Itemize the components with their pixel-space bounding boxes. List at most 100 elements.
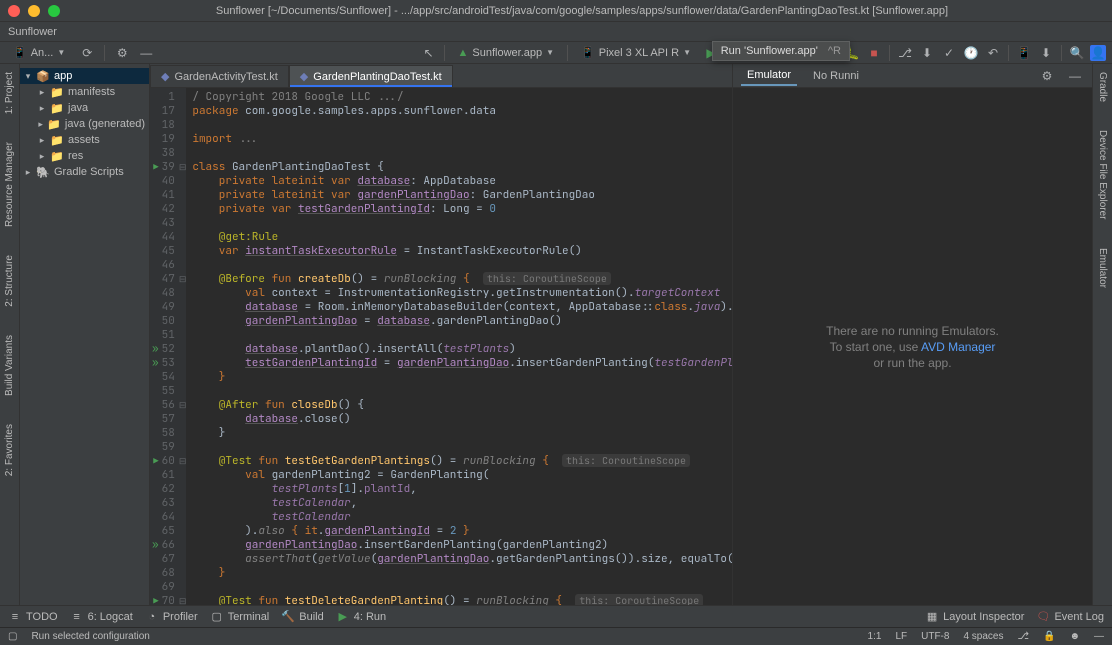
memory-indicator[interactable]: — xyxy=(1094,631,1104,642)
compass-icon[interactable]: ↖ xyxy=(420,44,438,62)
maximize-window-button[interactable] xyxy=(48,5,60,17)
balloon-icon: 🗨 xyxy=(1036,610,1050,624)
run-icon: ▶ xyxy=(336,610,350,624)
structure-tab[interactable]: 2: Structure xyxy=(4,251,15,311)
code-editor[interactable]: / Copyright 2018 Google LLC .../package … xyxy=(186,88,732,605)
chevron-right-icon: ▸ xyxy=(38,135,46,146)
chevron-right-icon: ▸ xyxy=(24,167,32,178)
run-tab[interactable]: ▶4: Run xyxy=(336,610,386,624)
kotlin-icon: ◆ xyxy=(300,70,308,83)
android-icon: ▲ xyxy=(458,47,469,59)
terminal-icon: ▢ xyxy=(210,610,224,624)
phone-icon: 📱 xyxy=(581,46,595,59)
git-branch-icon[interactable]: ⎇ xyxy=(1017,631,1029,642)
history-icon[interactable]: 🕐 xyxy=(962,44,980,62)
device-selector[interactable]: 📱 Pixel 3 XL API R ▼ xyxy=(574,43,698,63)
hide-icon[interactable]: — xyxy=(1066,67,1084,85)
chevron-down-icon: ▼ xyxy=(546,48,554,57)
tab-gardenactivitytest[interactable]: ◆ GardenActivityTest.kt xyxy=(150,65,289,87)
folder-icon: 📁 xyxy=(50,133,64,147)
readonly-icon[interactable]: 🔒 xyxy=(1043,631,1055,642)
line-gutter[interactable]: 117181938▶39404142434445464748495051»52»… xyxy=(150,88,179,605)
tab-gardenplantingdaotest[interactable]: ◆ GardenPlantingDaoTest.kt xyxy=(289,65,453,87)
breadcrumb-root[interactable]: Sunflower xyxy=(8,26,57,38)
run-tooltip: Run 'Sunflower.app' ^R xyxy=(712,41,850,61)
project-tool-tab[interactable]: 1: Project xyxy=(4,68,15,118)
collapse-icon[interactable]: — xyxy=(137,44,155,62)
todo-icon: ≡ xyxy=(8,610,22,624)
chevron-right-icon: ▸ xyxy=(38,151,46,162)
titlebar: Sunflower [~/Documents/Sunflower] - .../… xyxy=(0,0,1112,22)
device-explorer-tab[interactable]: Device File Explorer xyxy=(1097,126,1108,223)
left-tool-strip: 1: Project Resource Manager 2: Structure… xyxy=(0,64,20,605)
account-icon[interactable]: 👤 xyxy=(1090,45,1106,61)
logcat-tab[interactable]: ≡6: Logcat xyxy=(70,610,133,624)
window-controls xyxy=(8,5,60,17)
run-button[interactable]: ▶ Run 'Sunflower.app' ^R xyxy=(702,44,720,62)
avd-manager-icon[interactable]: 📱 xyxy=(1015,44,1033,62)
encoding[interactable]: UTF-8 xyxy=(921,631,949,642)
folder-icon: 📁 xyxy=(50,149,64,163)
close-window-button[interactable] xyxy=(8,5,20,17)
status-icon[interactable]: ▢ xyxy=(8,631,17,642)
sdk-manager-icon[interactable]: ⬇ xyxy=(1037,44,1055,62)
chevron-right-icon: ▸ xyxy=(38,103,46,114)
avd-manager-link[interactable]: AVD Manager xyxy=(921,340,995,354)
editor-tabs: ◆ GardenActivityTest.kt ◆ GardenPlanting… xyxy=(150,64,732,88)
terminal-tab[interactable]: ▢Terminal xyxy=(210,610,270,624)
tree-node-java-gen[interactable]: ▸ 📁 java (generated) xyxy=(20,116,149,132)
chevron-down-icon: ▼ xyxy=(683,48,691,57)
build-tab[interactable]: 🔨Build xyxy=(281,610,323,624)
commit-icon[interactable]: ✓ xyxy=(940,44,958,62)
chevron-right-icon: ▸ xyxy=(38,87,46,98)
profiler-icon: ◔ xyxy=(145,610,159,624)
event-log-tab[interactable]: 🗨Event Log xyxy=(1036,610,1104,624)
resource-manager-tab[interactable]: Resource Manager xyxy=(4,138,15,231)
todo-tab[interactable]: ≡TODO xyxy=(8,610,58,624)
main-toolbar: 📱 An... ▼ ⟳ ⚙ — ↖ ▲ Sunflower.app ▼ 📱 Pi… xyxy=(0,42,1112,64)
minimize-window-button[interactable] xyxy=(28,5,40,17)
editor-area: ◆ GardenActivityTest.kt ◆ GardenPlanting… xyxy=(150,64,732,605)
fold-column[interactable]: ⊟⊟⊟⊟⊟ xyxy=(179,88,187,605)
stop-button[interactable]: ■ xyxy=(865,44,883,62)
sync-icon[interactable]: ⟳ xyxy=(78,44,96,62)
layout-icon: ▦ xyxy=(925,610,939,624)
inspection-icon[interactable]: ☻ xyxy=(1069,631,1080,642)
tree-node-res[interactable]: ▸ 📁 res xyxy=(20,148,149,164)
update-icon[interactable]: ⬇ xyxy=(918,44,936,62)
caret-position[interactable]: 1:1 xyxy=(868,631,882,642)
emulator-panel: Emulator No Runni ⚙ — There are no runni… xyxy=(732,64,1092,605)
tree-node-java[interactable]: ▸ 📁 java xyxy=(20,100,149,116)
gear-icon[interactable]: ⚙ xyxy=(1038,67,1056,85)
build-variants-tab[interactable]: Build Variants xyxy=(4,331,15,400)
tree-node-gradle[interactable]: ▸ 🐘 Gradle Scripts xyxy=(20,164,149,180)
layout-inspector-tab[interactable]: ▦Layout Inspector xyxy=(925,610,1024,624)
right-tool-strip: Gradle Device File Explorer Emulator xyxy=(1092,64,1112,605)
search-icon[interactable]: 🔍 xyxy=(1068,44,1086,62)
empty-state-line1: There are no running Emulators. xyxy=(826,324,999,338)
no-running-tab[interactable]: No Runni xyxy=(807,67,865,85)
gradle-icon: 🐘 xyxy=(36,165,50,179)
kotlin-icon: ◆ xyxy=(161,70,169,83)
empty-state-line2: To start one, use AVD Manager xyxy=(830,340,996,354)
status-bar: ▢ Run selected configuration 1:1 LF UTF-… xyxy=(0,627,1112,645)
emulator-side-tab[interactable]: Emulator xyxy=(1097,244,1108,292)
window-title: Sunflower [~/Documents/Sunflower] - .../… xyxy=(60,5,1104,17)
vcs-icon[interactable]: ⎇ xyxy=(896,44,914,62)
scope-selector[interactable]: 📱 An... ▼ xyxy=(6,43,72,63)
project-tree: ▾ 📦 app ▸ 📁 manifests ▸ 📁 java ▸ 📁 java … xyxy=(20,64,150,605)
gradle-tab[interactable]: Gradle xyxy=(1097,68,1108,106)
emulator-tab[interactable]: Emulator xyxy=(741,66,797,86)
line-ending[interactable]: LF xyxy=(895,631,907,642)
chevron-down-icon: ▼ xyxy=(57,48,65,57)
favorites-tab[interactable]: 2: Favorites xyxy=(4,420,15,480)
rollback-icon[interactable]: ↶ xyxy=(984,44,1002,62)
gear-icon[interactable]: ⚙ xyxy=(113,44,131,62)
folder-icon: 📁 xyxy=(47,117,61,131)
run-config-selector[interactable]: ▲ Sunflower.app ▼ xyxy=(451,43,562,63)
tree-node-manifests[interactable]: ▸ 📁 manifests xyxy=(20,84,149,100)
indent[interactable]: 4 spaces xyxy=(963,631,1003,642)
tree-node-app[interactable]: ▾ 📦 app xyxy=(20,68,149,84)
profiler-tab[interactable]: ◔Profiler xyxy=(145,610,198,624)
tree-node-assets[interactable]: ▸ 📁 assets xyxy=(20,132,149,148)
